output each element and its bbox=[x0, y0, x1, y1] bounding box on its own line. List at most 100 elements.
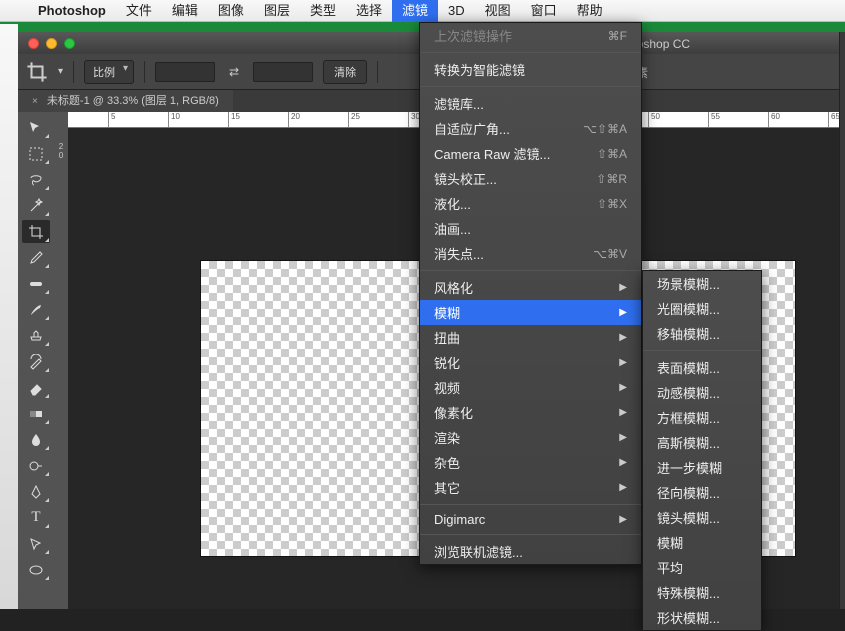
clear-button[interactable]: 清除 bbox=[323, 60, 367, 84]
tools-panel: T bbox=[18, 112, 54, 609]
submenu-arrow-icon: ▶ bbox=[619, 432, 627, 443]
menu-3d[interactable]: 3D bbox=[438, 0, 475, 22]
menuitem-iris-blur[interactable]: 光圈模糊... bbox=[643, 296, 761, 321]
ratio-dropdown-label: 比例 bbox=[93, 67, 115, 79]
document-tab[interactable]: × 未标题-1 @ 33.3% (图层 1, RGB/8) bbox=[18, 90, 233, 112]
menu-help[interactable]: 帮助 bbox=[567, 0, 613, 22]
ratio-height-input[interactable] bbox=[253, 62, 313, 82]
menuitem-blur-more[interactable]: 进一步模糊 bbox=[643, 455, 761, 480]
menuitem-convert-smart[interactable]: 转换为智能滤镜 bbox=[420, 57, 641, 82]
ratio-dropdown[interactable]: 比例 bbox=[84, 60, 134, 84]
menu-type[interactable]: 类型 bbox=[300, 0, 346, 22]
menuitem-stylize[interactable]: 风格化▶ bbox=[420, 275, 641, 300]
menuitem-render[interactable]: 渲染▶ bbox=[420, 425, 641, 450]
ellipse-tool-icon[interactable] bbox=[22, 558, 50, 581]
menuitem-digimarc[interactable]: Digimarc▶ bbox=[420, 509, 641, 530]
menuitem-vanishing-point[interactable]: 消失点...⌥⌘V bbox=[420, 241, 641, 266]
submenu-arrow-icon: ▶ bbox=[619, 357, 627, 368]
eyedropper-tool-icon[interactable] bbox=[22, 246, 50, 269]
menuitem-last-filter: 上次滤镜操作 ⌘F bbox=[420, 23, 641, 48]
menuitem-noise[interactable]: 杂色▶ bbox=[420, 450, 641, 475]
menu-file[interactable]: 文件 bbox=[116, 0, 162, 22]
menuitem-pixelate[interactable]: 像素化▶ bbox=[420, 400, 641, 425]
menuitem-label: 镜头模糊... bbox=[657, 508, 747, 527]
path-selection-tool-icon[interactable] bbox=[22, 532, 50, 555]
menuitem-field-blur[interactable]: 场景模糊... bbox=[643, 271, 761, 296]
minimize-icon[interactable] bbox=[46, 38, 57, 49]
menuitem-box-blur[interactable]: 方框模糊... bbox=[643, 405, 761, 430]
menu-layer[interactable]: 图层 bbox=[254, 0, 300, 22]
blur-tool-icon[interactable] bbox=[22, 428, 50, 451]
crop-dropdown-arrow-icon[interactable]: ▾ bbox=[58, 66, 63, 77]
menuitem-label: 浏览联机滤镜... bbox=[434, 542, 627, 561]
menuitem-label: 平均 bbox=[657, 558, 747, 577]
gradient-tool-icon[interactable] bbox=[22, 402, 50, 425]
menuitem-adaptive-wide-angle[interactable]: 自适应广角...⌥⇧⌘A bbox=[420, 116, 641, 141]
menuitem-liquify[interactable]: 液化...⇧⌘X bbox=[420, 191, 641, 216]
menuitem-blur[interactable]: 模糊▶ bbox=[420, 300, 641, 325]
blur-submenu: 场景模糊... 光圈模糊... 移轴模糊... 表面模糊... 动感模糊... … bbox=[642, 270, 762, 631]
close-tab-icon[interactable]: × bbox=[32, 96, 38, 107]
menuitem-label: 移轴模糊... bbox=[657, 324, 747, 343]
menu-window[interactable]: 窗口 bbox=[521, 0, 567, 22]
clone-stamp-tool-icon[interactable] bbox=[22, 324, 50, 347]
menuitem-video[interactable]: 视频▶ bbox=[420, 375, 641, 400]
menuitem-filter-gallery[interactable]: 滤镜库... bbox=[420, 91, 641, 116]
options-divider bbox=[144, 61, 145, 83]
submenu-arrow-icon: ▶ bbox=[619, 407, 627, 418]
menuitem-camera-raw[interactable]: Camera Raw 滤镜...⇧⌘A bbox=[420, 141, 641, 166]
menu-view[interactable]: 视图 bbox=[475, 0, 521, 22]
ratio-width-input[interactable] bbox=[155, 62, 215, 82]
menu-select[interactable]: 选择 bbox=[346, 0, 392, 22]
close-icon[interactable] bbox=[28, 38, 39, 49]
healing-brush-tool-icon[interactable] bbox=[22, 272, 50, 295]
eraser-tool-icon[interactable] bbox=[22, 376, 50, 399]
menuitem-radial-blur[interactable]: 径向模糊... bbox=[643, 480, 761, 505]
app-name[interactable]: Photoshop bbox=[28, 3, 116, 18]
menuitem-lens-blur[interactable]: 镜头模糊... bbox=[643, 505, 761, 530]
lasso-tool-icon[interactable] bbox=[22, 168, 50, 191]
menuitem-lens-correction[interactable]: 镜头校正...⇧⌘R bbox=[420, 166, 641, 191]
dodge-tool-icon[interactable] bbox=[22, 454, 50, 477]
marquee-tool-icon[interactable] bbox=[22, 142, 50, 165]
menuitem-label: 锐化 bbox=[434, 353, 619, 372]
type-tool-icon[interactable]: T bbox=[22, 506, 50, 529]
menuitem-other[interactable]: 其它▶ bbox=[420, 475, 641, 500]
magic-wand-tool-icon[interactable] bbox=[22, 194, 50, 217]
submenu-arrow-icon: ▶ bbox=[619, 332, 627, 343]
panels-dock[interactable] bbox=[839, 32, 845, 609]
pen-tool-icon[interactable] bbox=[22, 480, 50, 503]
menu-filter[interactable]: 滤镜 bbox=[392, 0, 438, 22]
menuitem-label: 渲染 bbox=[434, 428, 619, 447]
menu-separator bbox=[420, 270, 641, 271]
submenu-arrow-icon: ▶ bbox=[619, 482, 627, 493]
submenu-arrow-icon: ▶ bbox=[619, 282, 627, 293]
menu-image[interactable]: 图像 bbox=[208, 0, 254, 22]
menuitem-tilt-shift[interactable]: 移轴模糊... bbox=[643, 321, 761, 346]
brush-tool-icon[interactable] bbox=[22, 298, 50, 321]
maximize-icon[interactable] bbox=[64, 38, 75, 49]
window-controls bbox=[18, 38, 75, 49]
menuitem-oil-paint[interactable]: 油画... bbox=[420, 216, 641, 241]
menuitem-distort[interactable]: 扭曲▶ bbox=[420, 325, 641, 350]
menuitem-sharpen[interactable]: 锐化▶ bbox=[420, 350, 641, 375]
swap-dimensions-icon[interactable]: ⇄ bbox=[225, 65, 243, 79]
menuitem-label: 光圈模糊... bbox=[657, 299, 747, 318]
menuitem-surface-blur[interactable]: 表面模糊... bbox=[643, 355, 761, 380]
history-brush-tool-icon[interactable] bbox=[22, 350, 50, 373]
menuitem-blur[interactable]: 模糊 bbox=[643, 530, 761, 555]
menu-edit[interactable]: 编辑 bbox=[162, 0, 208, 22]
menuitem-motion-blur[interactable]: 动感模糊... bbox=[643, 380, 761, 405]
menuitem-browse-online[interactable]: 浏览联机滤镜... bbox=[420, 539, 641, 564]
macos-menubar: Photoshop 文件 编辑 图像 图层 类型 选择 滤镜 3D 视图 窗口 … bbox=[0, 0, 845, 22]
crop-tool-icon[interactable] bbox=[22, 220, 50, 243]
move-tool-icon[interactable] bbox=[22, 116, 50, 139]
ruler-tick: 55 bbox=[708, 112, 720, 128]
clear-button-label: 清除 bbox=[334, 67, 356, 79]
menuitem-smart-blur[interactable]: 特殊模糊... bbox=[643, 580, 761, 605]
menuitem-label: 镜头校正... bbox=[434, 169, 596, 188]
menuitem-average[interactable]: 平均 bbox=[643, 555, 761, 580]
crop-tool-icon[interactable] bbox=[26, 61, 48, 83]
submenu-arrow-icon: ▶ bbox=[619, 307, 627, 318]
menuitem-gaussian-blur[interactable]: 高斯模糊... bbox=[643, 430, 761, 455]
